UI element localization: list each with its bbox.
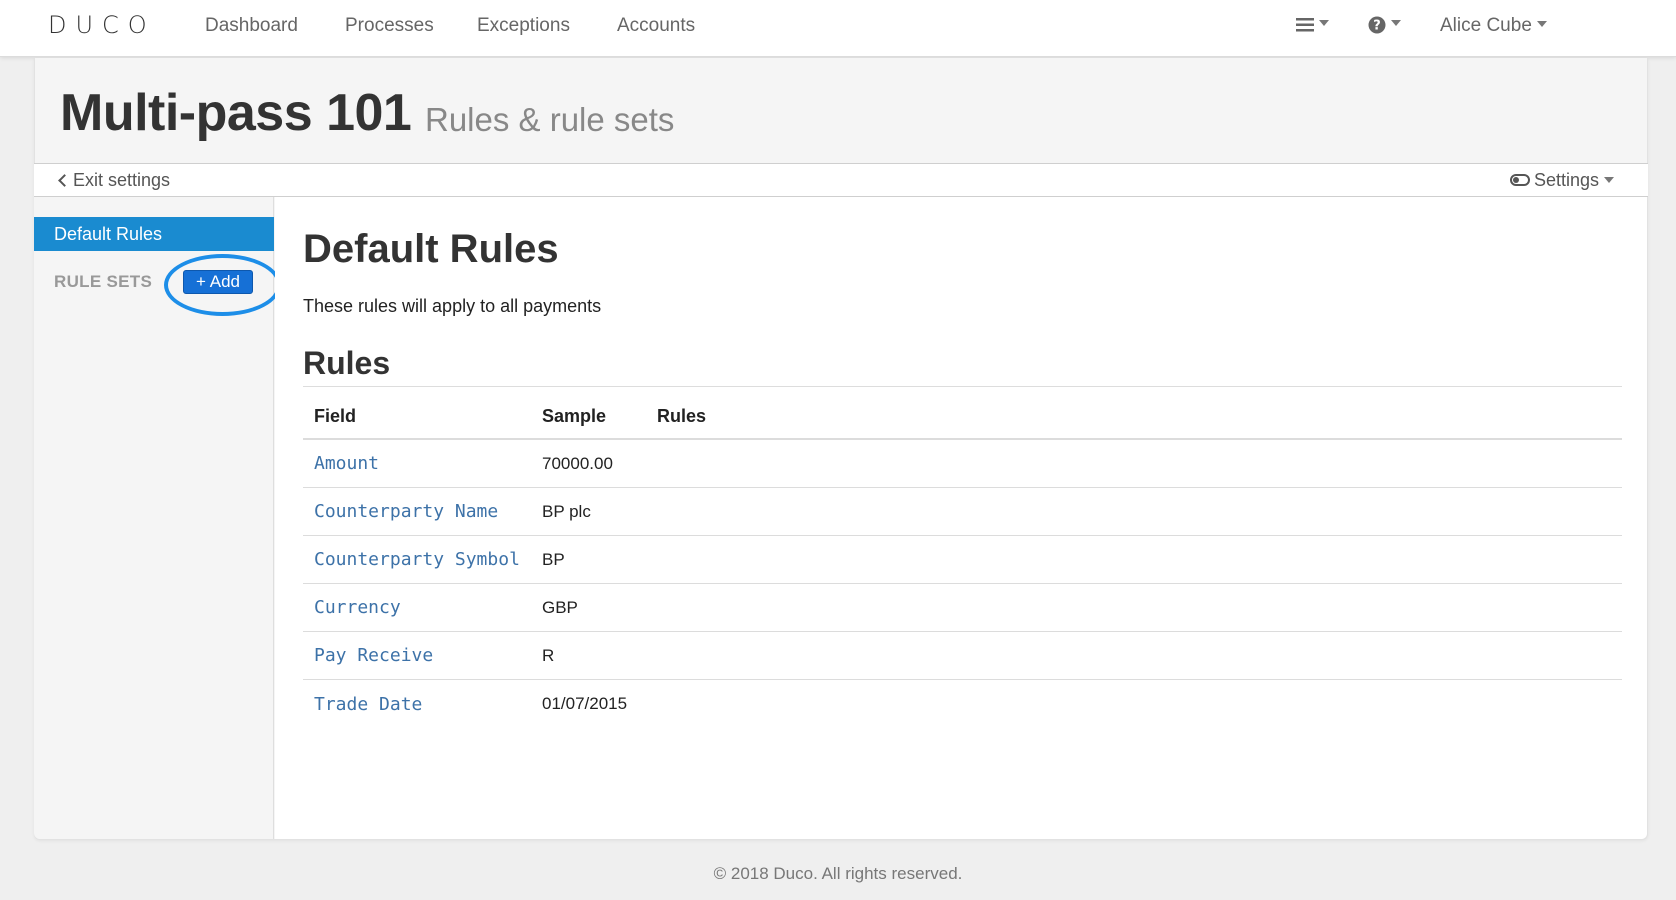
table-row: Pay Receive R [303,632,1622,680]
exit-settings-label: Exit settings [73,170,171,190]
field-link[interactable]: Pay Receive [314,645,433,666]
user-name: Alice Cube [1440,15,1532,36]
sample-value: BP [542,549,565,569]
field-link[interactable]: Currency [314,597,401,618]
divider [303,386,1622,387]
help-dropdown[interactable]: ? [1368,13,1401,36]
column-header-rules: Rules [657,405,707,426]
nav-processes[interactable]: Processes [345,15,434,37]
duco-logo[interactable]: DUCO [48,11,156,39]
settings-dropdown[interactable]: Settings [1509,170,1614,191]
field-link[interactable]: Amount [314,453,379,474]
chevron-left-icon [58,174,71,187]
hamburger-icon [1296,17,1314,32]
nav-dashboard[interactable]: Dashboard [205,15,298,37]
content-title: Default Rules [303,227,559,271]
rules-table: Field Sample Rules Amount 70000.00 Count… [303,394,1622,728]
settings-label: Settings [1533,170,1599,190]
sample-value: GBP [542,597,578,617]
table-header-row: Field Sample Rules [303,394,1622,440]
nav-exceptions[interactable]: Exceptions [477,15,570,37]
user-menu-dropdown[interactable]: Alice Cube [1440,15,1547,37]
toggle-icon [1509,174,1530,187]
chevron-down-icon [1604,176,1614,183]
chevron-down-icon [1391,20,1401,27]
svg-text:?: ? [1373,18,1381,33]
sample-value: BP plc [542,501,591,521]
sample-value: 01/07/2015 [542,694,628,713]
field-link[interactable]: Counterparty Name [314,501,498,522]
main-menu-dropdown[interactable] [1296,13,1329,36]
content-area: Default Rules These rules will apply to … [275,197,1647,839]
question-circle-icon: ? [1368,16,1386,34]
exit-settings-link[interactable]: Exit settings [58,170,171,191]
sidebar-item-default-rules[interactable]: Default Rules [34,217,274,251]
table-row: Amount 70000.00 [303,440,1622,488]
content-description: These rules will apply to all payments [303,296,602,316]
rules-heading: Rules [303,345,391,381]
settings-bar: Exit settings Settings [34,163,1648,197]
rule-sets-label: RULE SETS [54,272,153,291]
table-row: Counterparty Name BP plc [303,488,1622,536]
nav-accounts[interactable]: Accounts [617,15,695,37]
page-title: Multi-pass 101 [60,84,412,142]
sample-value: R [542,645,555,665]
table-row: Counterparty Symbol BP [303,536,1622,584]
field-link[interactable]: Counterparty Symbol [314,549,520,570]
table-row: Trade Date 01/07/2015 [303,680,1622,728]
field-link[interactable]: Trade Date [314,694,422,715]
page-subtitle: Rules & rule sets [425,101,675,138]
sample-value: 70000.00 [542,453,613,473]
column-header-sample: Sample [542,405,607,426]
chevron-down-icon [1536,21,1547,28]
top-navbar: DUCO Dashboard Processes Exceptions Acco… [0,0,1676,57]
sidebar: Default Rules RULE SETS + Add [34,197,281,839]
footer-copyright: © 2018 Duco. All rights reserved. [713,864,963,883]
add-rule-set-button[interactable]: + Add [183,270,253,294]
column-header-field: Field [314,405,357,426]
chevron-down-icon [1319,20,1329,27]
table-row: Currency GBP [303,584,1622,632]
